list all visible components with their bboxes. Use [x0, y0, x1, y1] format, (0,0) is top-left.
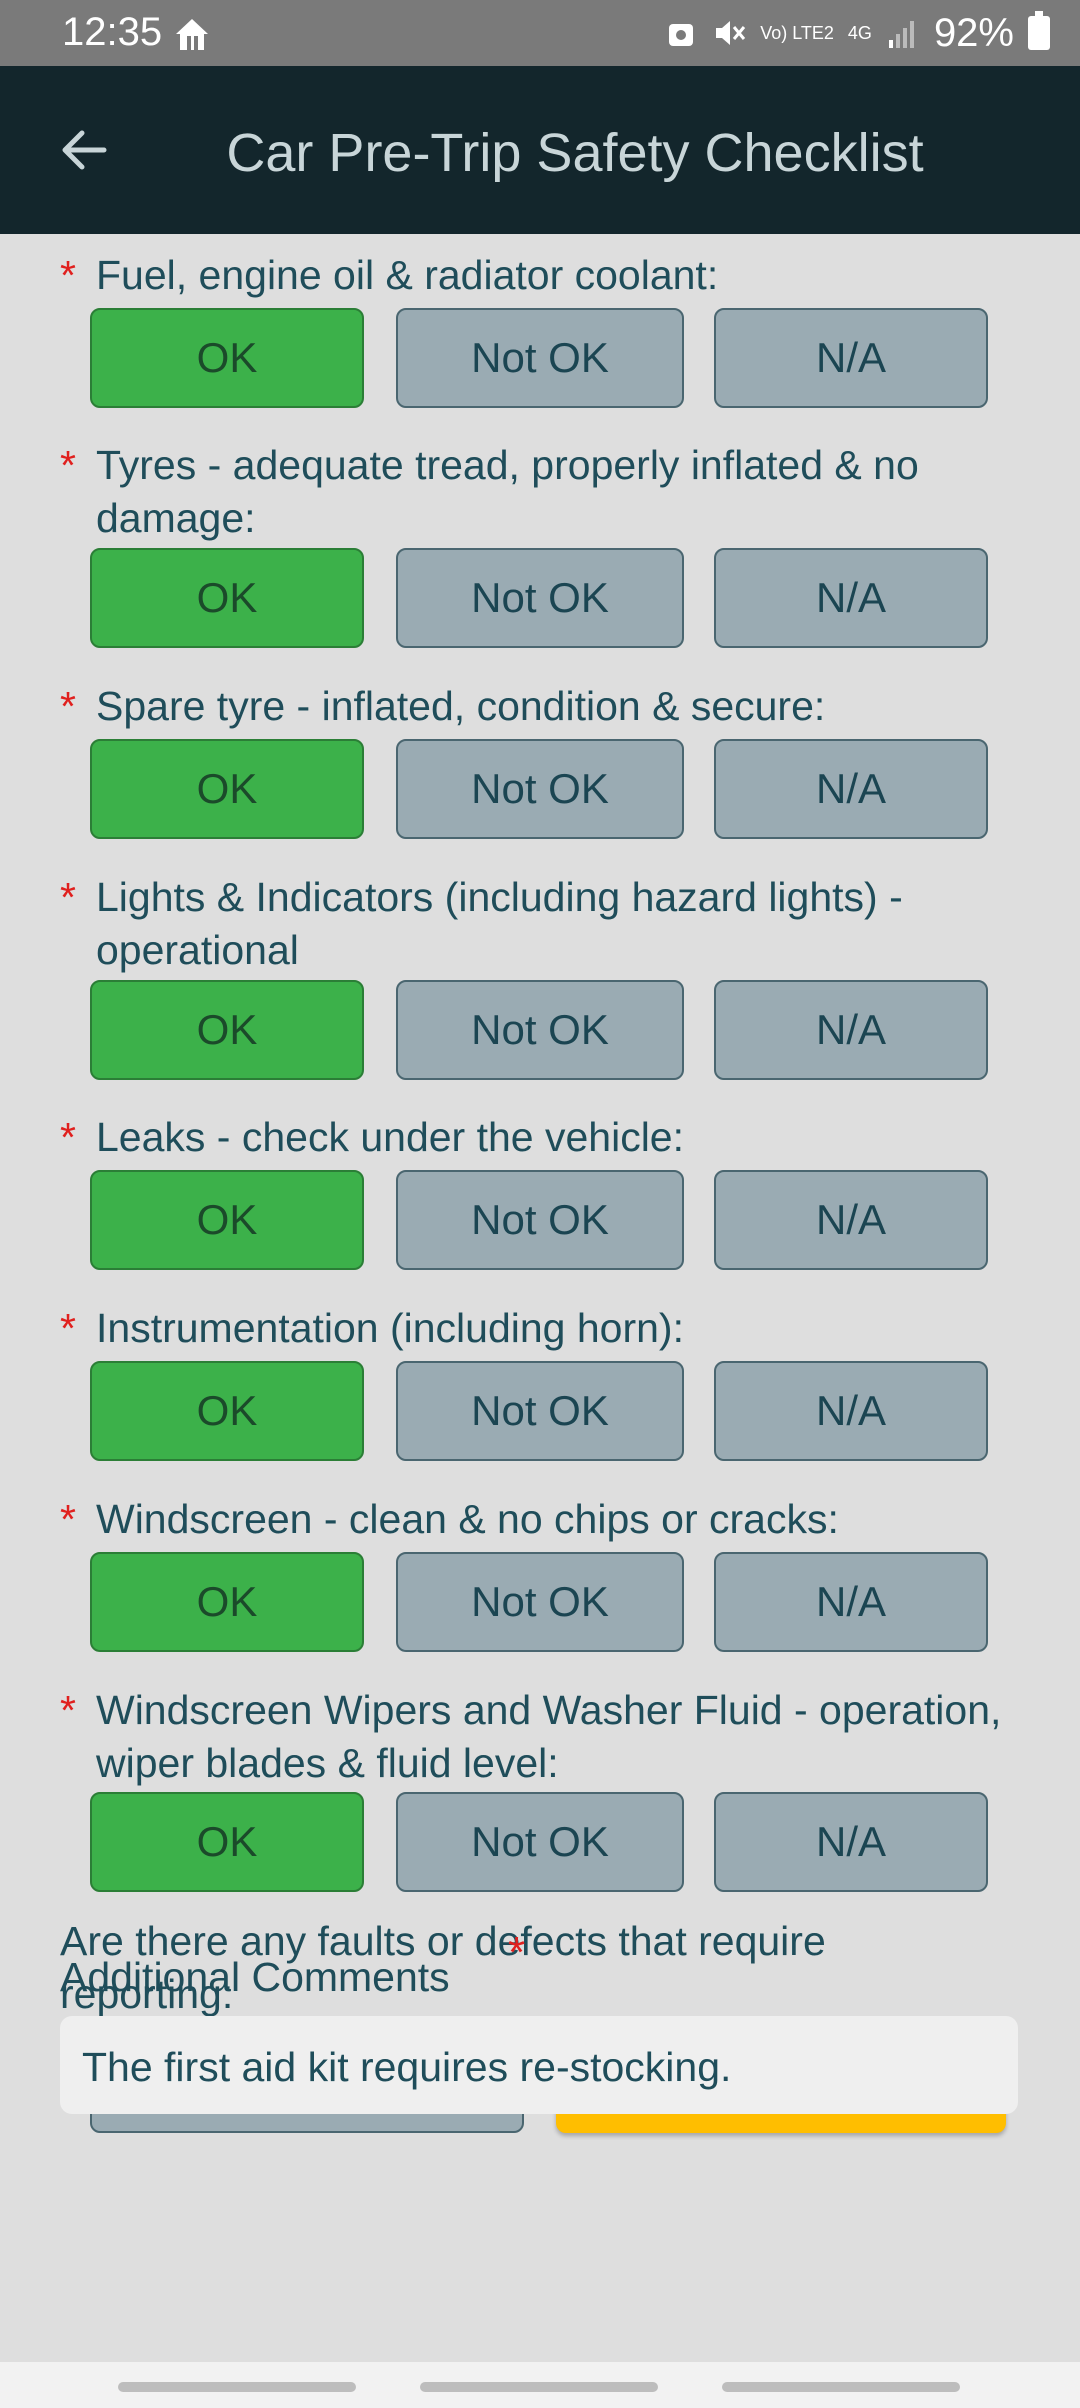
checklist-question: * Lights & Indicators (including hazard l… [60, 871, 1010, 977]
na-button[interactable]: N/A [714, 1170, 988, 1270]
checklist-question-label: Fuel, engine oil & radiator coolant: [96, 252, 719, 298]
checklist-question-label: Windscreen - clean & no chips or cracks: [96, 1496, 839, 1542]
not-ok-button[interactable]: Not OK [396, 1170, 684, 1270]
not-ok-button[interactable]: Not OK [396, 739, 684, 839]
ok-button[interactable]: OK [90, 308, 364, 408]
not-ok-button[interactable]: Not OK [396, 1552, 684, 1652]
battery-percent: 92% [933, 10, 1014, 55]
ok-button[interactable]: OK [90, 1170, 364, 1270]
na-button[interactable]: N/A [714, 1792, 988, 1892]
status-time: 12:35 [62, 10, 163, 54]
ok-button[interactable]: OK [90, 548, 364, 648]
ok-button[interactable]: OK [90, 980, 364, 1080]
home-notification-icon [176, 19, 208, 50]
ok-button[interactable]: OK [90, 1552, 364, 1652]
required-star: * [60, 1114, 76, 1160]
ok-button[interactable]: OK [90, 1792, 364, 1892]
checklist-question: * Instrumentation (including horn): [60, 1302, 1010, 1355]
ok-button[interactable]: OK [90, 1361, 364, 1461]
checklist-question: * Leaks - check under the vehicle: [60, 1111, 1010, 1164]
checklist-question: * Windscreen - clean & no chips or cracks… [60, 1493, 1010, 1546]
battery-icon [1028, 11, 1050, 50]
comments-text: The first aid kit requires re-stocking. [82, 2044, 732, 2090]
signal-icon [888, 21, 914, 48]
nav-recents-button[interactable] [118, 2382, 356, 2392]
checklist-question-label: Leaks - check under the vehicle: [96, 1114, 684, 1160]
na-button[interactable]: N/A [714, 739, 988, 839]
not-ok-button[interactable]: Not OK [396, 1792, 684, 1892]
status-icons: Vo) LTE2 4G 92% [664, 8, 1050, 58]
status-bar: 12:35 Vo) LTE2 4G 92% [0, 0, 1080, 66]
na-button[interactable]: N/A [714, 1361, 988, 1461]
required-star: * [60, 683, 76, 729]
required-star: * [60, 1687, 76, 1733]
na-button[interactable]: N/A [714, 980, 988, 1080]
na-button[interactable]: N/A [714, 548, 988, 648]
network-type-label: 4G [847, 23, 872, 43]
checklist-question: * Spare tyre - inflated, condition & secu… [60, 680, 1010, 733]
comments-label: Additional Comments [60, 1954, 450, 2000]
volte-label: Vo) LTE2 [760, 23, 834, 43]
required-star: * [60, 1305, 76, 1351]
nav-home-button[interactable] [420, 2382, 658, 2392]
na-button[interactable]: N/A [714, 1552, 988, 1652]
comments-input[interactable]: The first aid kit requires re-stocking. [60, 2016, 1018, 2114]
checklist-question: * Windscreen Wipers and Washer Fluid - op… [60, 1684, 1010, 1790]
checklist-question-label: Windscreen Wipers and Washer Fluid - ope… [96, 1687, 1002, 1786]
checklist-question-label: Instrumentation (including horn): [96, 1305, 684, 1351]
required-star: * [60, 442, 76, 488]
checklist-question-label: Tyres - adequate tread, properly inflate… [96, 442, 919, 541]
ok-button[interactable]: OK [90, 739, 364, 839]
system-nav-bar [0, 2362, 1080, 2408]
app-bar: Car Pre-Trip Safety Checklist [0, 66, 1080, 234]
nav-back-button[interactable] [722, 2382, 960, 2392]
checklist-question-label: Lights & Indicators (including hazard li… [96, 874, 903, 973]
lock-badge-icon [669, 24, 694, 46]
not-ok-button[interactable]: Not OK [396, 1361, 684, 1461]
not-ok-button[interactable]: Not OK [396, 308, 684, 408]
na-button[interactable]: N/A [714, 308, 988, 408]
page-title: Car Pre-Trip Safety Checklist [226, 123, 924, 183]
required-star: * [60, 1496, 76, 1542]
checklist-question: * Tyres - adequate tread, properly inflat… [60, 439, 1010, 545]
checklist-question: * Fuel, engine oil & radiator coolant: [60, 249, 1010, 302]
required-star: * [60, 874, 76, 920]
required-star: * [60, 252, 76, 298]
mute-icon [716, 21, 746, 45]
not-ok-button[interactable]: Not OK [396, 548, 684, 648]
comments-required-star: * [508, 1928, 526, 1977]
checklist-question-label: Spare tyre - inflated, condition & secur… [96, 683, 826, 729]
not-ok-button[interactable]: Not OK [396, 980, 684, 1080]
